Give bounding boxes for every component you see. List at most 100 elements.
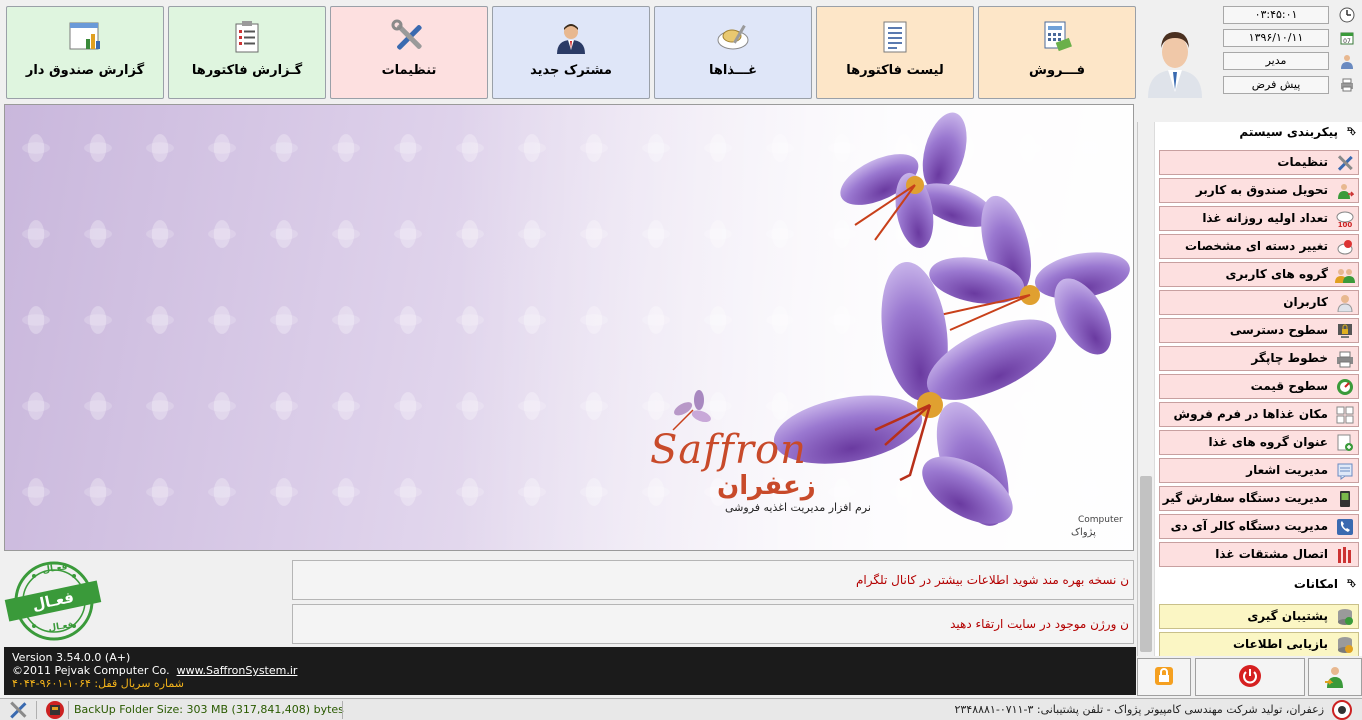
menu-item-settings[interactable]: تنظیمات bbox=[1159, 150, 1359, 175]
menu-item-price-levels[interactable]: سطوح قیمت bbox=[1159, 374, 1359, 399]
system-config-header[interactable]: ⮷ پیکربندی سیستم bbox=[1158, 122, 1360, 142]
upgrade-message-text: ن ورژن موجود در سایت ارتقاء دهید bbox=[950, 617, 1129, 631]
user-icon bbox=[1338, 52, 1356, 70]
handheld-device-icon bbox=[1335, 489, 1355, 509]
menu-item-caller-id[interactable]: مدیریت دستگاه کالر آی دی bbox=[1159, 514, 1359, 539]
menu-item-printer-lines[interactable]: خطوط چاپگر bbox=[1159, 346, 1359, 371]
status-bar: BackUp Folder Size: 303 MB (317,841,408)… bbox=[0, 698, 1362, 720]
menu-item-batch-food-edit[interactable]: تغییر دسته ای مشخصات غذاها bbox=[1159, 234, 1359, 276]
role-field: مدیر bbox=[1223, 52, 1329, 70]
lock-icon bbox=[1153, 665, 1175, 690]
add-document-icon bbox=[1335, 433, 1355, 453]
switch-user-icon bbox=[1323, 664, 1347, 691]
menu-item-cashbox-handover[interactable]: تحویل صندوق به کاربر bbox=[1159, 178, 1359, 203]
backup-status-icon bbox=[44, 700, 66, 720]
counter-100-icon: 100 bbox=[1335, 209, 1355, 229]
settings-tools-icon[interactable] bbox=[8, 700, 28, 720]
tools-icon bbox=[1335, 153, 1355, 173]
food-plate-icon bbox=[715, 19, 751, 55]
grid-icon bbox=[1335, 405, 1355, 425]
menu-item-food-positions[interactable]: مکان غذاها در فرم فروش bbox=[1159, 402, 1359, 427]
website-link[interactable]: www.SaffronSystem.ir bbox=[177, 664, 298, 677]
date-field: ۱۳۹۶/۱۰/۱۱ bbox=[1223, 29, 1329, 47]
database-backup-icon bbox=[1335, 607, 1355, 627]
foods-label: غـــذاها bbox=[708, 63, 758, 78]
menu-item-user-groups[interactable]: گروه های کاربری bbox=[1159, 262, 1359, 287]
menu-item-access-levels[interactable]: سطوح دسترسی bbox=[1159, 318, 1359, 343]
menu-item-backup[interactable]: پشتیبان گیری bbox=[1159, 604, 1359, 629]
clock-icon bbox=[1338, 6, 1356, 24]
new-customer-button[interactable]: مشترک جدید bbox=[492, 6, 650, 99]
phone-icon bbox=[1335, 517, 1355, 537]
invoices-list-label: لیست فاکتورها bbox=[846, 63, 944, 78]
power-icon bbox=[1238, 664, 1262, 691]
system-menu-panel: ⮷ پیکربندی سیستم تنظیمات تحویل صندوق به … bbox=[1137, 122, 1362, 656]
serial-text: شماره سریال قفل: ۱۰۶۴-۹۶۰۱-۴۰۴۴ bbox=[12, 677, 184, 690]
cashier-report-button[interactable]: گزارش صندوق دار bbox=[6, 6, 164, 99]
svg-text:100: 100 bbox=[1338, 221, 1353, 228]
settings-button[interactable]: تنظیمات bbox=[330, 6, 488, 99]
customer-icon bbox=[553, 19, 589, 55]
version-text: Version 3.54.0.0 (A+) bbox=[12, 651, 131, 664]
printer-icon bbox=[1335, 349, 1355, 369]
menu-scrollbar[interactable] bbox=[1138, 122, 1155, 656]
exit-button[interactable] bbox=[1195, 658, 1305, 696]
invoice-report-button[interactable]: گـزارش فاکتورها bbox=[168, 6, 326, 99]
invoice-report-label: گـزارش فاکتورها bbox=[191, 63, 303, 78]
user-handover-icon bbox=[1335, 181, 1355, 201]
user-icon bbox=[1335, 293, 1355, 313]
menu-scroll-thumb[interactable] bbox=[1140, 476, 1152, 652]
gauge-icon bbox=[1335, 377, 1355, 397]
menu-item-restore[interactable]: بازیابی اطلاعات bbox=[1159, 632, 1359, 656]
lock-button[interactable] bbox=[1137, 658, 1191, 696]
saffron-logo-icon bbox=[1332, 700, 1352, 720]
crocus-flowers bbox=[672, 112, 1130, 526]
menu-item-daily-food-count[interactable]: تعداد اولیه روزانه غذا 100 bbox=[1159, 206, 1359, 231]
time-field: ۰۳:۴۵:۰۱ bbox=[1223, 6, 1329, 24]
user-group-icon bbox=[1335, 265, 1355, 285]
telegram-message[interactable]: ن نسخه بهره مند شوید اطلاعات بیشتر در کا… bbox=[292, 560, 1134, 600]
chevron-down-icon: ⮷ bbox=[1347, 125, 1356, 138]
invoice-list-icon bbox=[877, 19, 913, 55]
menu-item-food-group-titles[interactable]: عنوان گروه های غذا bbox=[1159, 430, 1359, 455]
user-avatar bbox=[1146, 26, 1204, 98]
lock-monitor-icon bbox=[1335, 321, 1355, 341]
switch-user-button[interactable] bbox=[1308, 658, 1362, 696]
corner-logo-en: Computer bbox=[1078, 515, 1123, 525]
tools-icon bbox=[391, 19, 427, 55]
chart-report-icon bbox=[67, 19, 103, 55]
features-title: امکانات bbox=[1293, 577, 1338, 591]
svg-text:07: 07 bbox=[1343, 38, 1351, 45]
logo-english: Saffron bbox=[650, 427, 807, 473]
chevron-down-icon: ⮷ bbox=[1347, 577, 1356, 590]
clipboard-report-icon bbox=[229, 19, 265, 55]
menu-item-users[interactable]: کاربران bbox=[1159, 290, 1359, 315]
calendar-icon: 07 bbox=[1338, 29, 1356, 47]
note-icon bbox=[1335, 461, 1355, 481]
company-info-text: زعفران، تولید شرکت مهندسی کامپیوتر پژواک… bbox=[954, 703, 1324, 716]
profile-field: پیش فرض bbox=[1223, 76, 1329, 94]
menu-item-poems[interactable]: مدیریت اشعار bbox=[1159, 458, 1359, 483]
foods-button[interactable]: غـــذاها bbox=[654, 6, 812, 99]
printer-icon bbox=[1338, 76, 1356, 94]
logo-tagline: نرم افزار مدیریت اغذیه فروشی bbox=[725, 501, 871, 514]
corner-logo-fa: پژواک bbox=[1071, 527, 1096, 538]
sales-icon bbox=[1039, 19, 1075, 55]
menu-item-food-derivatives[interactable]: اتصال مشتقات غذا bbox=[1159, 542, 1359, 567]
menu-item-order-device[interactable]: مدیریت دستگاه سفارش گیر bbox=[1159, 486, 1359, 511]
settings-label: تنظیمات bbox=[381, 63, 437, 78]
backup-size-text: BackUp Folder Size: 303 MB (317,841,408)… bbox=[74, 703, 344, 716]
food-edit-icon bbox=[1335, 237, 1355, 257]
active-stamp: فعـال فعـال فعـال bbox=[4, 558, 102, 644]
sales-button[interactable]: فـــروش bbox=[978, 6, 1136, 99]
saffron-banner: Saffron زعفران نرم افزار مدیریت اغذیه فر… bbox=[4, 104, 1134, 551]
features-header[interactable]: ⮷ امکانات bbox=[1158, 574, 1360, 594]
system-config-title: پیکربندی سیستم bbox=[1239, 125, 1338, 139]
invoices-list-button[interactable]: لیست فاکتورها bbox=[816, 6, 974, 99]
bars-icon bbox=[1335, 545, 1355, 565]
logo-farsi: زعفران bbox=[717, 471, 816, 501]
new-customer-label: مشترک جدید bbox=[530, 63, 612, 78]
database-restore-icon bbox=[1335, 635, 1355, 655]
version-panel: Version 3.54.0.0 (A+) ©2011 Pejvak Compu… bbox=[4, 647, 1136, 695]
upgrade-message[interactable]: ن ورژن موجود در سایت ارتقاء دهید bbox=[292, 604, 1134, 644]
